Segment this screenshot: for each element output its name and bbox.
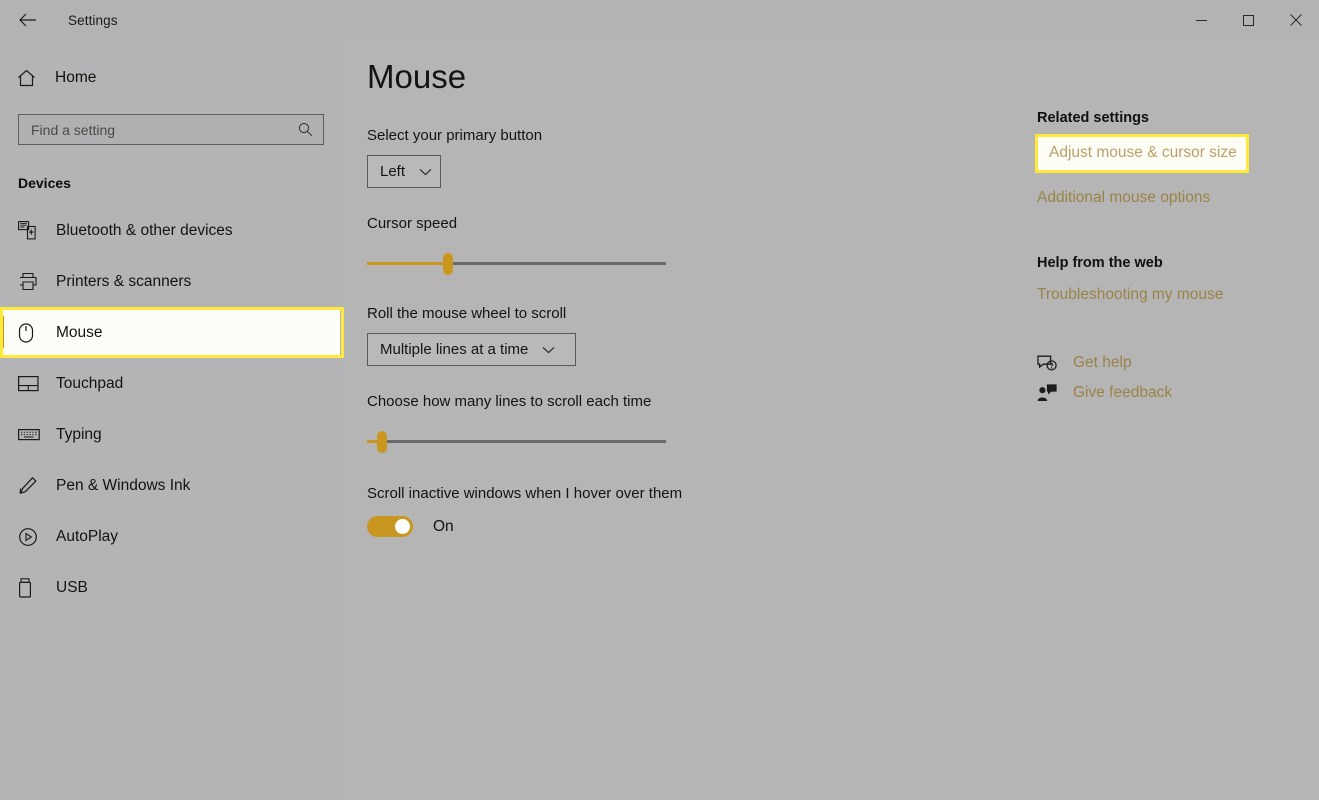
chevron-down-icon [542,346,555,354]
sidebar-item-autoplay[interactable]: AutoPlay [0,511,340,562]
search-icon [288,122,323,137]
primary-button-label: Select your primary button [367,127,543,144]
sidebar-item-printers-scanners[interactable]: Printers & scanners [0,256,340,307]
wheel-scroll-value: Multiple lines at a time [380,341,529,358]
inactive-scroll-state: On [433,517,454,535]
touchpad-icon [18,375,48,392]
help-from-web-header: Help from the web [1037,255,1163,271]
feedback-person-icon [1037,384,1067,402]
sidebar-item-label: AutoPlay [56,527,119,545]
inactive-scroll-toggle-row: On [367,516,1035,537]
lines-to-scroll-field: Choose how many lines to scroll each tim… [367,393,1035,455]
sidebar-item-label: USB [56,578,88,596]
maximize-icon [1243,14,1254,26]
slider-fill [367,262,448,265]
window-controls [1178,0,1319,40]
sidebar-nav-list: Bluetooth & other devices Printers & sca… [0,205,344,613]
toggle-knob [395,519,410,534]
settings-window: Settings Home Find a setting Devices Blu… [0,0,1319,800]
cursor-speed-slider[interactable] [367,251,666,277]
slider-thumb[interactable] [376,431,387,453]
cursor-speed-field: Cursor speed [367,215,1035,277]
link-additional-mouse-options[interactable]: Additional mouse options [1037,189,1319,207]
window-title: Settings [68,12,118,28]
sidebar-item-label: Pen & Windows Ink [56,476,191,494]
sidebar-item-label: Mouse [56,323,103,341]
main-content: Mouse Select your primary button Left Cu… [340,40,1035,800]
lines-to-scroll-label: Choose how many lines to scroll each tim… [367,393,652,410]
wheel-scroll-label: Roll the mouse wheel to scroll [367,305,567,322]
sidebar-item-label: Touchpad [56,374,124,392]
title-bar: Settings [0,0,1319,40]
related-settings-header: Related settings [1037,110,1149,126]
get-help-label: Get help [1073,354,1132,371]
sidebar-home-label: Home [55,69,97,86]
close-button[interactable] [1272,0,1319,40]
close-icon [1289,14,1302,26]
sidebar-item-label: Typing [56,425,102,443]
printer-icon [18,272,48,291]
page-title: Mouse [367,58,467,95]
autoplay-icon [18,527,48,547]
inactive-scroll-label: Scroll inactive windows when I hover ove… [367,485,683,502]
mouse-icon [18,322,48,343]
pen-icon [18,476,48,496]
chevron-down-icon [419,168,432,176]
primary-button-value: Left [380,163,406,180]
minimize-button[interactable] [1178,0,1225,40]
sidebar-item-typing[interactable]: Typing [0,409,340,460]
back-arrow-icon [19,13,36,27]
sidebar-item-mouse[interactable]: Mouse [0,307,344,358]
search-box[interactable] [18,114,324,145]
link-adjust-mouse-cursor-size[interactable]: Adjust mouse & cursor size [1035,134,1249,173]
wheel-scroll-field: Roll the mouse wheel to scroll Multiple … [367,305,1035,366]
slider-track [367,440,666,443]
get-help-action[interactable]: Get help [1037,354,1319,372]
cursor-speed-label: Cursor speed [367,215,458,232]
help-bubble-icon [1037,355,1067,372]
link-troubleshooting-my-mouse[interactable]: Troubleshooting my mouse [1037,286,1319,304]
wheel-scroll-dropdown[interactable]: Multiple lines at a time [367,333,576,366]
adjust-mouse-cursor-size-highlight: Adjust mouse & cursor size [1035,134,1249,173]
sidebar-group-header: Devices [18,175,71,191]
give-feedback-action[interactable]: Give feedback [1037,384,1319,402]
sidebar-item-label: Bluetooth & other devices [56,221,233,239]
home-icon [17,69,47,87]
primary-button-field: Select your primary button Left [367,127,1035,188]
back-button[interactable] [6,4,50,36]
sidebar: Home Devices [0,40,344,800]
sidebar-item-pen-windows-ink[interactable]: Pen & Windows Ink [0,460,340,511]
maximize-button[interactable] [1225,0,1272,40]
give-feedback-label: Give feedback [1073,384,1173,401]
sidebar-item-home[interactable]: Home [0,58,340,98]
sidebar-item-label: Printers & scanners [56,272,192,290]
sidebar-item-usb[interactable]: USB [0,562,340,613]
right-panel: Related settings Adjust mouse & cursor s… [1035,40,1319,800]
lines-to-scroll-slider[interactable] [367,429,666,455]
sidebar-item-bluetooth-other-devices[interactable]: Bluetooth & other devices [0,205,340,256]
search-input[interactable] [19,115,288,144]
mouse-item-highlight-annotation [0,307,344,358]
inactive-scroll-toggle[interactable] [367,516,413,537]
primary-button-dropdown[interactable]: Left [367,155,441,188]
minimize-icon [1196,19,1207,21]
bluetooth-devices-icon [18,221,48,240]
inactive-scroll-field: Scroll inactive windows when I hover ove… [367,485,1035,537]
usb-icon [18,577,48,598]
keyboard-icon [18,427,48,442]
sidebar-item-touchpad[interactable]: Touchpad [0,358,340,409]
slider-thumb[interactable] [442,253,453,275]
